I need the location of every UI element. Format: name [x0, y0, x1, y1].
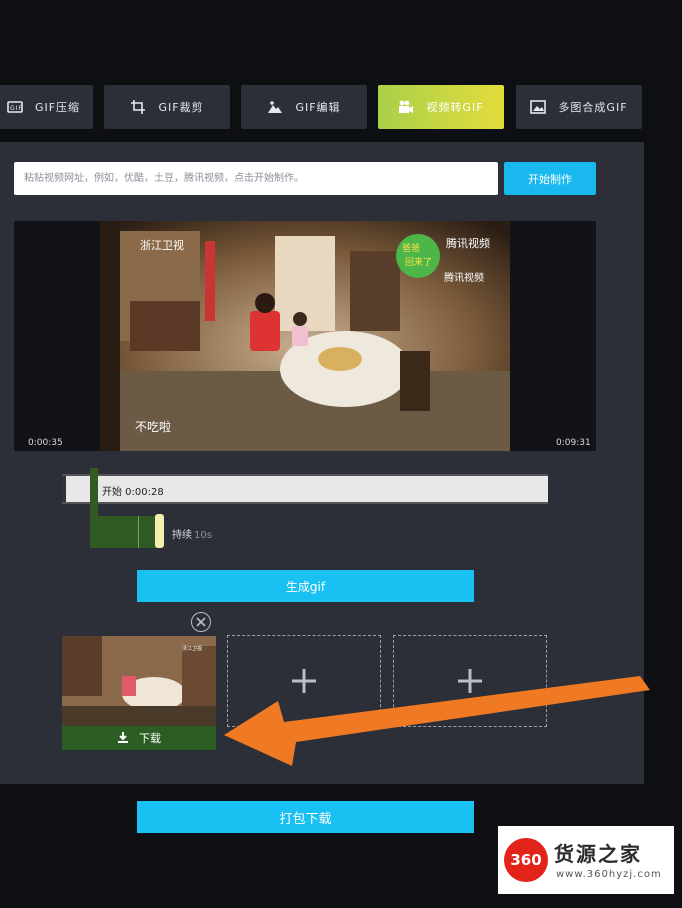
site-watermark: 360 货源之家 www.360hyzj.com: [498, 826, 674, 894]
360-logo: 360: [504, 838, 548, 882]
orange-arrow-annotation: [224, 676, 650, 766]
watermark-url: www.360hyzj.com: [556, 869, 662, 880]
watermark-title: 货源之家: [554, 842, 642, 866]
pack-download-button[interactable]: 打包下载: [137, 801, 474, 833]
